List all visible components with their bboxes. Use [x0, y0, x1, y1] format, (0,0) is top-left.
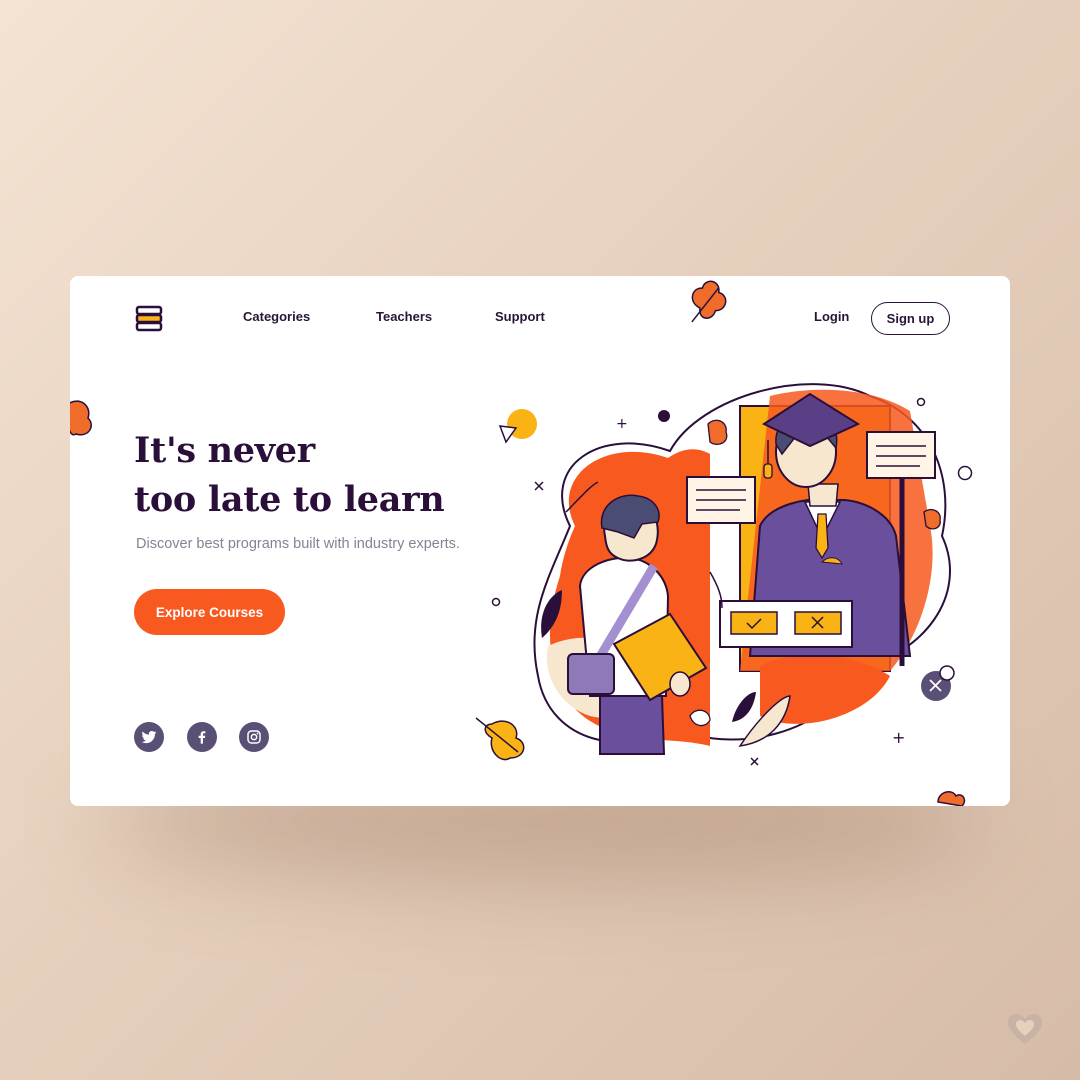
instagram-icon[interactable]	[239, 722, 269, 752]
headline-line-2: too late to learn	[134, 479, 445, 520]
nav-categories[interactable]: Categories	[243, 309, 310, 324]
instagram-icon-glyph	[247, 730, 261, 744]
facebook-icon-glyph	[198, 731, 206, 744]
landing-card: + + Categories Teachers Support Login Si…	[70, 276, 1010, 806]
stacked-books-icon[interactable]	[134, 304, 164, 334]
leaf-icon	[937, 791, 966, 806]
svg-text:+: +	[892, 728, 905, 747]
explore-courses-button[interactable]: Explore Courses	[134, 589, 285, 635]
leaf-icon	[689, 709, 711, 727]
leaf-icon	[707, 419, 728, 446]
hero-subtitle: Discover best programs built with indust…	[136, 536, 460, 552]
login-link[interactable]: Login	[814, 309, 849, 324]
nav-support[interactable]: Support	[495, 309, 545, 324]
leaf-icon	[923, 508, 941, 530]
leaf-icon	[475, 717, 525, 761]
heart-icon	[1008, 1014, 1042, 1044]
facebook-icon[interactable]	[187, 722, 217, 752]
hero-headline: It's never too late to learn	[134, 426, 445, 524]
nav-teachers[interactable]: Teachers	[376, 309, 432, 324]
leaf-icon	[691, 280, 727, 323]
twitter-icon-glyph	[141, 731, 157, 744]
signup-button[interactable]: Sign up	[871, 302, 950, 335]
svg-text:+: +	[616, 416, 628, 432]
headline-line-1: It's never	[134, 430, 315, 471]
leaf-icon	[70, 400, 92, 436]
twitter-icon[interactable]	[134, 722, 164, 752]
